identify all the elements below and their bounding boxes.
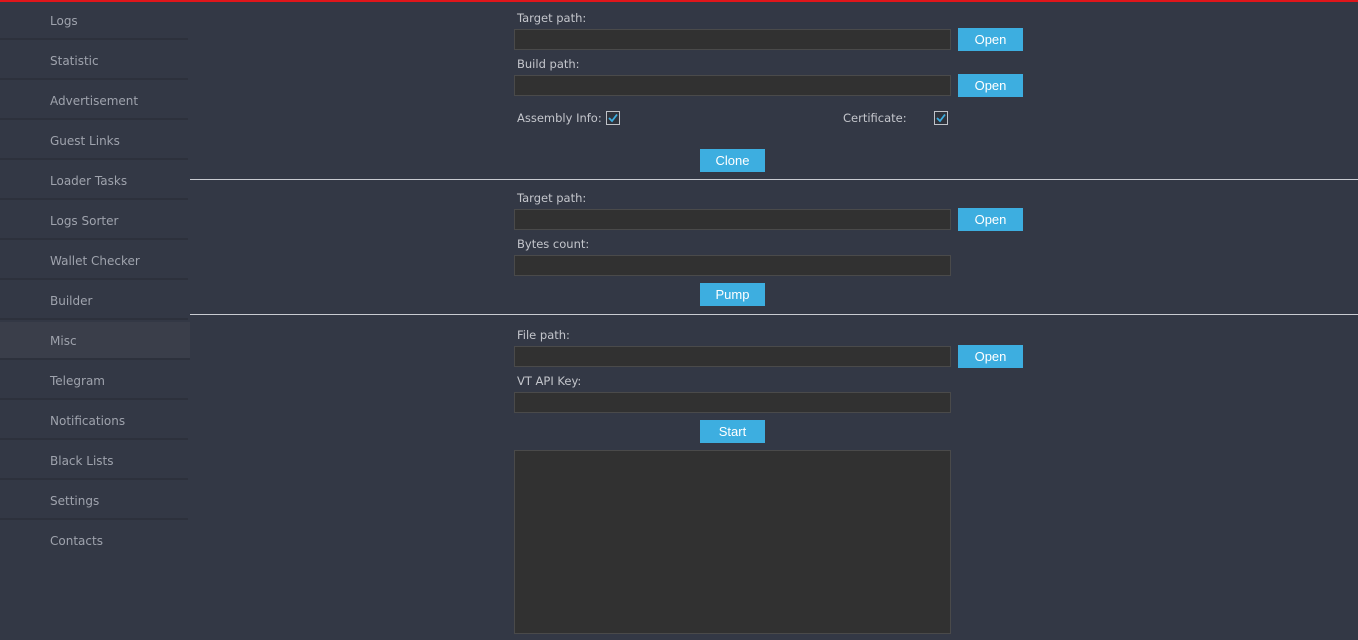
top-accent-bar bbox=[0, 0, 1358, 2]
certificate-checkbox[interactable] bbox=[934, 111, 948, 125]
assembly-info-label: Assembly Info: bbox=[517, 111, 602, 125]
bytes-count-label: Bytes count: bbox=[517, 237, 590, 251]
clone-build-path-input[interactable] bbox=[514, 75, 951, 96]
sidebar-item-wallet-checker[interactable]: Wallet Checker bbox=[0, 242, 188, 280]
file-path-input[interactable] bbox=[514, 346, 951, 367]
vt-api-key-input[interactable] bbox=[514, 392, 951, 413]
sidebar-nav: Logs Statistic Advertisement Guest Links… bbox=[0, 2, 190, 640]
sidebar-item-guest-links[interactable]: Guest Links bbox=[0, 122, 188, 160]
file-path-label: File path: bbox=[517, 328, 570, 342]
section-divider bbox=[190, 314, 1358, 315]
vt-api-key-label: VT API Key: bbox=[517, 374, 582, 388]
sidebar-item-logs[interactable]: Logs bbox=[0, 2, 188, 40]
sidebar-item-misc[interactable]: Misc bbox=[0, 322, 190, 360]
certificate-label: Certificate: bbox=[843, 111, 907, 125]
bytes-count-input[interactable] bbox=[514, 255, 951, 276]
clone-build-open-button[interactable]: Open bbox=[958, 74, 1023, 97]
pump-target-path-input[interactable] bbox=[514, 209, 951, 230]
file-path-open-button[interactable]: Open bbox=[958, 345, 1023, 368]
checkmark-icon bbox=[936, 113, 946, 123]
sidebar-item-settings[interactable]: Settings bbox=[0, 482, 188, 520]
pump-button[interactable]: Pump bbox=[700, 283, 765, 306]
sidebar-item-loader-tasks[interactable]: Loader Tasks bbox=[0, 162, 188, 200]
sidebar-item-contacts[interactable]: Contacts bbox=[0, 522, 188, 560]
clone-build-path-label: Build path: bbox=[517, 57, 580, 71]
pump-target-path-label: Target path: bbox=[517, 191, 587, 205]
checkmark-icon bbox=[608, 113, 618, 123]
clone-target-path-label: Target path: bbox=[517, 11, 587, 25]
start-button[interactable]: Start bbox=[700, 420, 765, 443]
clone-target-open-button[interactable]: Open bbox=[958, 28, 1023, 51]
sidebar-item-logs-sorter[interactable]: Logs Sorter bbox=[0, 202, 188, 240]
assembly-info-checkbox[interactable] bbox=[606, 111, 620, 125]
section-divider bbox=[190, 179, 1358, 180]
sidebar-item-statistic[interactable]: Statistic bbox=[0, 42, 188, 80]
sidebar-item-black-lists[interactable]: Black Lists bbox=[0, 442, 188, 480]
scan-output-textarea[interactable] bbox=[514, 450, 951, 634]
sidebar-item-advertisement[interactable]: Advertisement bbox=[0, 82, 188, 120]
pump-target-open-button[interactable]: Open bbox=[958, 208, 1023, 231]
sidebar-item-builder[interactable]: Builder bbox=[0, 282, 188, 320]
sidebar-item-telegram[interactable]: Telegram bbox=[0, 362, 188, 400]
clone-button[interactable]: Clone bbox=[700, 149, 765, 172]
sidebar-item-notifications[interactable]: Notifications bbox=[0, 402, 188, 440]
clone-target-path-input[interactable] bbox=[514, 29, 951, 50]
